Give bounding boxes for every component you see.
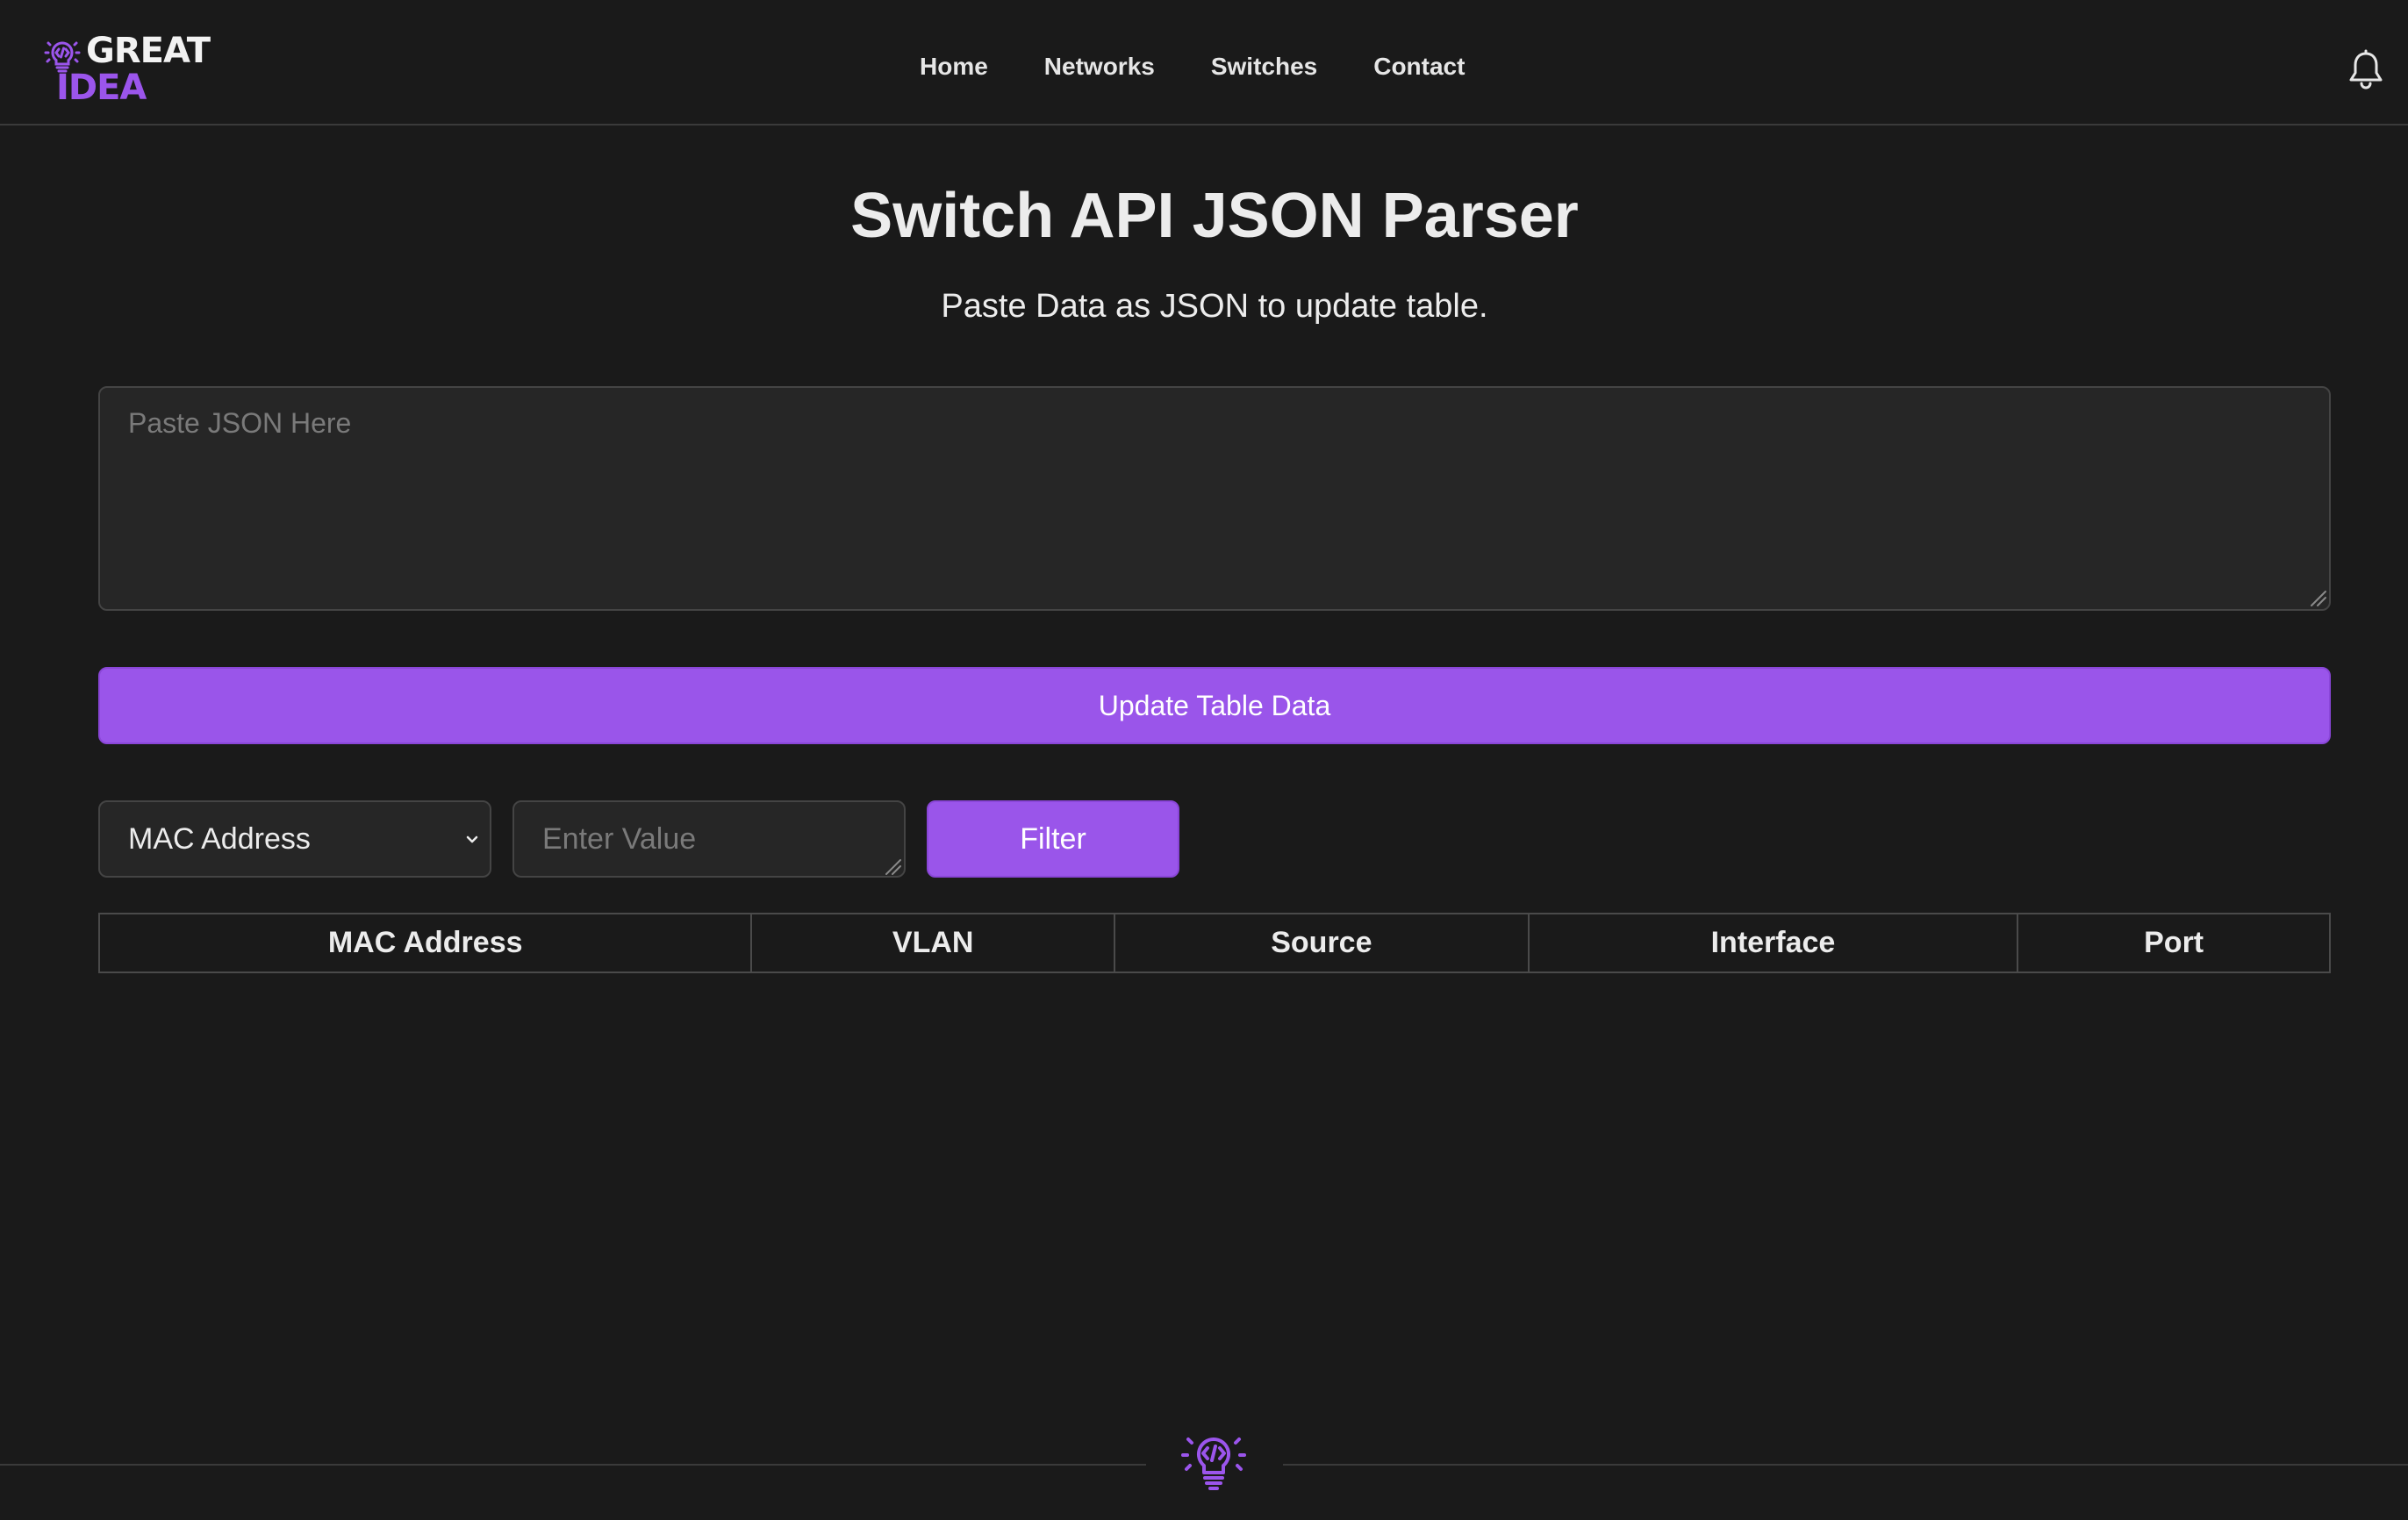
- column-header-mac-address[interactable]: MAC Address: [97, 913, 753, 973]
- main-nav: Home Networks Switches Contact: [920, 49, 1521, 88]
- lightbulb-code-icon: [1181, 1437, 1246, 1490]
- column-header-port[interactable]: Port: [2017, 913, 2331, 973]
- nav-link-switches[interactable]: Switches: [1211, 46, 1317, 88]
- json-input[interactable]: [98, 386, 2331, 611]
- brand-logo[interactable]: GREAT IDEA: [40, 30, 225, 108]
- resize-handle-icon[interactable]: [2308, 588, 2327, 607]
- page-title: Switch API JSON Parser: [850, 181, 1579, 251]
- nav-link-networks[interactable]: Networks: [1044, 46, 1155, 88]
- resize-handle-icon[interactable]: [883, 857, 902, 876]
- filter-value-input[interactable]: [512, 800, 906, 878]
- update-table-button[interactable]: Update Table Data: [98, 667, 2331, 744]
- column-header-source[interactable]: Source: [1114, 913, 1530, 973]
- brand-name-line2: IDEA: [56, 68, 147, 108]
- filter-field-selected: MAC Address: [128, 822, 311, 856]
- footer-divider-right: [1283, 1464, 2408, 1466]
- page-subtitle: Paste Data as JSON to update table.: [941, 288, 1488, 325]
- column-header-interface[interactable]: Interface: [1527, 913, 2019, 973]
- brand-name-line1: GREAT: [86, 31, 211, 71]
- bell-icon[interactable]: [2347, 47, 2385, 91]
- table-header-row: MAC Address VLAN Source Interface Port: [97, 913, 2331, 973]
- top-header: GREAT IDEA Home Networks Switches Contac…: [0, 0, 2408, 125]
- filter-field-select[interactable]: MAC Address: [98, 800, 491, 878]
- nav-link-home[interactable]: Home: [920, 46, 988, 88]
- footer-divider-left: [0, 1464, 1146, 1466]
- filter-button[interactable]: Filter: [927, 800, 1179, 878]
- nav-link-contact[interactable]: Contact: [1373, 46, 1465, 88]
- chevron-down-icon: [466, 835, 478, 843]
- mac-table: MAC Address VLAN Source Interface Port: [97, 913, 2331, 973]
- column-header-vlan[interactable]: VLAN: [750, 913, 1116, 973]
